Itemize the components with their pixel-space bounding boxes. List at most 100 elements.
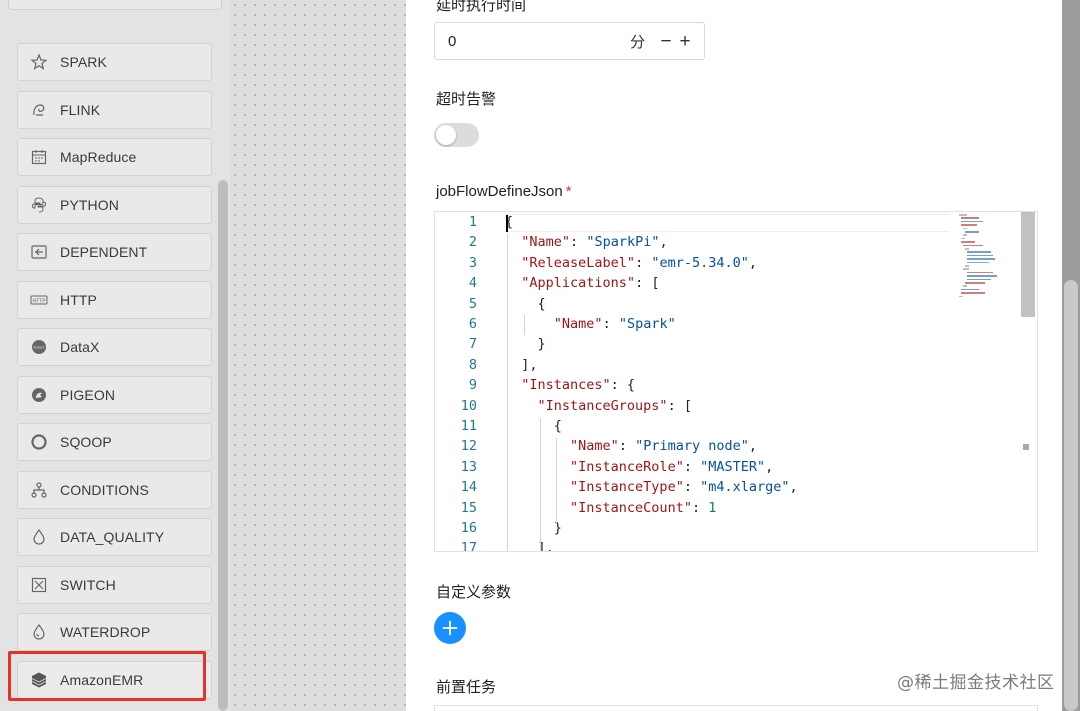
line-number: 10: [460, 397, 477, 414]
code-line[interactable]: "ReleaseLabel": "emr-5.34.0",: [505, 255, 757, 271]
code-line[interactable]: "InstanceCount": 1: [505, 500, 716, 516]
plus-icon: [442, 620, 458, 636]
increment-button[interactable]: +: [678, 32, 692, 51]
code-line[interactable]: "Applications": [: [505, 275, 659, 291]
minimap-line: [963, 234, 967, 236]
dependent-icon: [30, 243, 48, 261]
sidebar-item-label: FLINK: [60, 102, 101, 118]
line-number: 13: [460, 458, 477, 475]
sidebar-item-datax[interactable]: DataX DataX: [17, 328, 212, 366]
code-line[interactable]: }: [505, 520, 562, 536]
code-line[interactable]: {: [505, 296, 546, 312]
sidebar-item-sqoop[interactable]: SQOOP: [17, 423, 212, 461]
minimap-line: [963, 227, 967, 230]
editor-minimap[interactable]: [953, 212, 1021, 302]
indent-guide: [524, 315, 525, 335]
minimap-line: [959, 295, 963, 298]
minimap-line: [967, 254, 993, 257]
line-number-gutter: 1 2 3 4 5 6 7 8 9 10 11 12 13 14 15 16 17: [435, 212, 485, 551]
line-number: 9: [468, 377, 477, 394]
sidebar-item-label: SQOOP: [60, 434, 112, 450]
sidebar-item-label: CONDITIONS: [60, 482, 149, 498]
decrement-button[interactable]: −: [659, 32, 673, 51]
sidebar-item-switch[interactable]: SWITCH: [17, 566, 212, 604]
sidebar-item-data-quality[interactable]: DATA_QUALITY: [17, 518, 212, 556]
code-line[interactable]: "InstanceGroups": [: [505, 398, 692, 414]
minimap-line: [965, 265, 969, 267]
pre-tasks-select[interactable]: [434, 705, 1038, 711]
line-number: 12: [460, 438, 477, 455]
line-number: 7: [468, 336, 477, 353]
sidebar-item-python[interactable]: PYTHON: [17, 186, 212, 224]
add-param-button[interactable]: [434, 612, 466, 644]
datax-icon: DataX: [30, 338, 48, 356]
current-line-highlight: [505, 214, 949, 232]
sidebar-item-label: WATERDROP: [60, 624, 151, 640]
editor-scrollbar-thumb[interactable]: [1021, 212, 1035, 317]
line-number: 4: [468, 275, 477, 292]
python-icon: [30, 196, 48, 214]
sidebar-item-mapreduce[interactable]: MapReduce: [17, 138, 212, 176]
sidebar-item-label: DEPENDENT: [60, 244, 148, 260]
line-number: 11: [460, 418, 477, 434]
code-line[interactable]: "InstanceRole": "MASTER",: [505, 459, 773, 475]
calendar-icon: [30, 148, 48, 166]
minimap-line: [967, 251, 991, 253]
sidebar-scrollbar[interactable]: [218, 180, 228, 711]
minimap-line: [961, 292, 985, 294]
json-code-editor[interactable]: 1 2 3 4 5 6 7 8 9 10 11 12 13 14 15 16 17 { "Name": "Spa…: [434, 211, 1038, 552]
line-number: 16: [460, 520, 477, 536]
sidebar-item-conditions[interactable]: CONDITIONS: [17, 471, 212, 509]
sqoop-ring-icon: [30, 433, 48, 451]
code-line[interactable]: "InstanceType": "m4.xlarge",: [505, 479, 798, 495]
sidebar-item-label: SWITCH: [60, 577, 116, 593]
code-line[interactable]: {: [505, 418, 562, 434]
http-icon: HTTP: [30, 291, 48, 309]
minimap-line: [963, 285, 967, 287]
drawer-scrollbar[interactable]: [1064, 280, 1078, 711]
minimap-line: [961, 217, 979, 219]
code-line[interactable]: "Name": "Spark": [505, 316, 676, 332]
sidebar-item-http[interactable]: HTTP HTTP: [17, 281, 212, 319]
custom-params-label: 自定义参数: [436, 584, 512, 601]
code-line[interactable]: ],: [505, 357, 537, 373]
delay-time-unit: 分: [629, 33, 645, 51]
node-settings-drawer: 延时执行时间 0 分 − + 超时告警 jobFlowDefineJson * 1…: [406, 0, 1062, 711]
sidebar-item-label: PYTHON: [60, 197, 119, 213]
delay-time-value[interactable]: 0: [448, 33, 630, 50]
pre-tasks-label: 前置任务: [436, 679, 497, 696]
code-line[interactable]: ],: [505, 540, 554, 551]
conditions-tree-icon: [30, 481, 48, 499]
minimap-line: [961, 237, 965, 240]
minimap-line: [961, 241, 975, 243]
indent-guide: [507, 234, 508, 551]
svg-text:DataX: DataX: [33, 345, 44, 350]
sidebar-item-pigeon[interactable]: PIGEON: [17, 376, 212, 414]
sidebar-item-spark[interactable]: SPARK: [17, 43, 212, 81]
line-number: 1: [468, 214, 477, 230]
minimap-line: [967, 275, 997, 277]
minimap-line: [961, 224, 977, 226]
amazonemr-highlight-annotation: [8, 651, 206, 701]
indent-guide: [556, 438, 557, 523]
minimap-line: [965, 248, 969, 250]
waterdrop-icon: [30, 623, 48, 641]
watermark: @稀土掘金技术社区: [897, 673, 1055, 693]
minimap-line: [965, 231, 979, 233]
code-line[interactable]: "Name": "SparkPi",: [505, 234, 667, 250]
sidebar-item-label: HTTP: [60, 292, 97, 308]
sidebar-item-dependent[interactable]: DEPENDENT: [17, 233, 212, 271]
sidebar-item-hidden[interactable]: [8, 0, 222, 10]
minimap-line: [967, 271, 993, 274]
code-line[interactable]: }: [505, 336, 546, 352]
code-line[interactable]: "Instances": {: [505, 377, 635, 393]
sidebar-item-flink[interactable]: FLINK: [17, 91, 212, 129]
sidebar-item-waterdrop[interactable]: WATERDROP: [17, 613, 212, 651]
minimap-line: [959, 214, 967, 216]
delay-time-input[interactable]: 0 分 − +: [434, 22, 705, 60]
minimap-line: [967, 258, 995, 260]
code-line[interactable]: "Name": "Primary node",: [505, 438, 757, 454]
timeout-alarm-toggle[interactable]: [434, 123, 479, 147]
dag-canvas[interactable]: [230, 0, 406, 711]
sidebar-item-label: PIGEON: [60, 387, 116, 403]
